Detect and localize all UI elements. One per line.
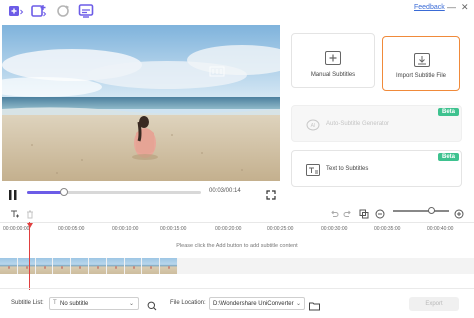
text-to-subtitles-card[interactable]: Text to Subtitles Beta: [291, 150, 462, 187]
redo-icon[interactable]: [343, 206, 353, 217]
beta-badge: Beta: [437, 108, 459, 116]
zoom-in-icon[interactable]: [454, 206, 464, 219]
progress-bar[interactable]: [27, 188, 201, 196]
export-button[interactable]: Export: [409, 297, 459, 311]
filmstrip-frame: [160, 258, 178, 274]
svg-text:AI: AI: [311, 123, 316, 129]
filmstrip-frame: [71, 258, 89, 274]
auto-subtitle-generator-card: AI Auto-Subtitle Generator Beta: [291, 105, 462, 142]
beta-badge: Beta: [437, 153, 459, 161]
add-subtitle-track-icon[interactable]: [10, 206, 20, 218]
import-subtitle-file-card[interactable]: Import Subtitle File: [382, 36, 460, 91]
filmstrip-frame: [142, 258, 161, 274]
auto-subtitle-generator-label: Auto-Subtitle Generator: [326, 121, 390, 127]
subtitle-list-label: Subtitle List:: [11, 300, 44, 306]
beach-video-frame: [2, 25, 280, 181]
tick-label: 00:00:10:00: [112, 226, 139, 232]
time-display: 00:03/00:14: [209, 188, 241, 194]
tick-label: 00:00:30:00: [321, 226, 348, 232]
subtitle-list-value: No subtitle: [60, 301, 89, 307]
zoom-out-icon[interactable]: [375, 206, 385, 219]
top-toolbar: Feedback — ✕: [0, 0, 474, 22]
text-to-subtitles-label: Text to Subtitles: [326, 166, 369, 172]
add-subtitle-icon: [325, 51, 341, 70]
timeline-toolbar: [0, 203, 474, 219]
subtitle-list-dropdown[interactable]: T No subtitle ⌄: [49, 297, 139, 310]
close-icon[interactable]: ✕: [461, 2, 469, 13]
filmstrip-frame: [17, 258, 36, 274]
tick-label: 00:00:35:00: [374, 226, 401, 232]
refresh-icon[interactable]: [55, 3, 71, 19]
filmstrip-frame: [0, 258, 18, 274]
ai-subtitle-icon: AI: [306, 118, 320, 136]
tick-label: 00:00:20:00: [215, 226, 242, 232]
filmstrip-frame: [106, 258, 125, 274]
minimize-icon[interactable]: —: [447, 2, 456, 12]
chevron-down-icon: ⌄: [128, 301, 134, 307]
filmstrip-frame: [124, 258, 143, 274]
filmstrip-frame: [35, 258, 54, 274]
import-file-icon: [414, 53, 430, 72]
tick-label: 00:00:00:00: [3, 226, 30, 232]
copy-icon[interactable]: [359, 206, 369, 219]
search-icon[interactable]: [147, 298, 157, 311]
fullscreen-icon[interactable]: [266, 187, 276, 200]
player-controls: 00:03/00:14: [0, 182, 284, 202]
file-location-value: D:\Wondershare UniConverter 1: [213, 301, 299, 307]
progress-fill: [27, 191, 64, 194]
video-preview[interactable]: [2, 25, 280, 181]
tick-label: 00:00:05:00: [58, 226, 85, 232]
zoom-slider[interactable]: [393, 207, 449, 214]
timeline-ruler[interactable]: 00:00:00:00 00:00:05:00 00:00:10:00 00:0…: [0, 222, 474, 236]
subtitle-editor-icon[interactable]: [78, 3, 94, 19]
manual-subtitles-card[interactable]: Manual Subtitles: [291, 33, 375, 88]
subtitle-track-row[interactable]: [178, 258, 474, 274]
tick-label: 00:00:15:00: [160, 226, 187, 232]
text-to-subtitle-icon: [306, 163, 320, 181]
add-video-icon[interactable]: [8, 3, 24, 19]
delete-icon[interactable]: [25, 206, 35, 219]
tick-label: 00:00:25:00: [267, 226, 294, 232]
add-screen-icon[interactable]: [31, 3, 47, 19]
playhead-line[interactable]: [29, 222, 30, 290]
subtitle-type-icon: T: [53, 300, 57, 306]
chevron-down-icon: ⌄: [293, 300, 301, 307]
folder-icon[interactable]: [309, 298, 320, 311]
manual-subtitles-label: Manual Subtitles: [310, 72, 356, 78]
file-location-label: File Location:: [170, 300, 206, 306]
zoom-slider-handle[interactable]: [427, 207, 435, 214]
video-filmstrip[interactable]: [0, 258, 178, 274]
progress-handle[interactable]: [59, 188, 68, 196]
file-location-dropdown[interactable]: D:\Wondershare UniConverter 1 ⌄: [209, 297, 305, 310]
filmstrip-frame: [53, 258, 72, 274]
feedback-link[interactable]: Feedback: [414, 4, 445, 11]
filmstrip-frame: [88, 258, 107, 274]
import-subtitle-file-label: Import Subtitle File: [395, 73, 447, 79]
tick-label: 00:00:40:00: [427, 226, 454, 232]
bottom-bar: Subtitle List: T No subtitle ⌄ File Loca…: [0, 288, 474, 318]
add-subtitle-hint: Please click the Add button to add subti…: [176, 243, 298, 249]
undo-icon[interactable]: [329, 206, 339, 217]
pause-icon[interactable]: [9, 187, 17, 200]
